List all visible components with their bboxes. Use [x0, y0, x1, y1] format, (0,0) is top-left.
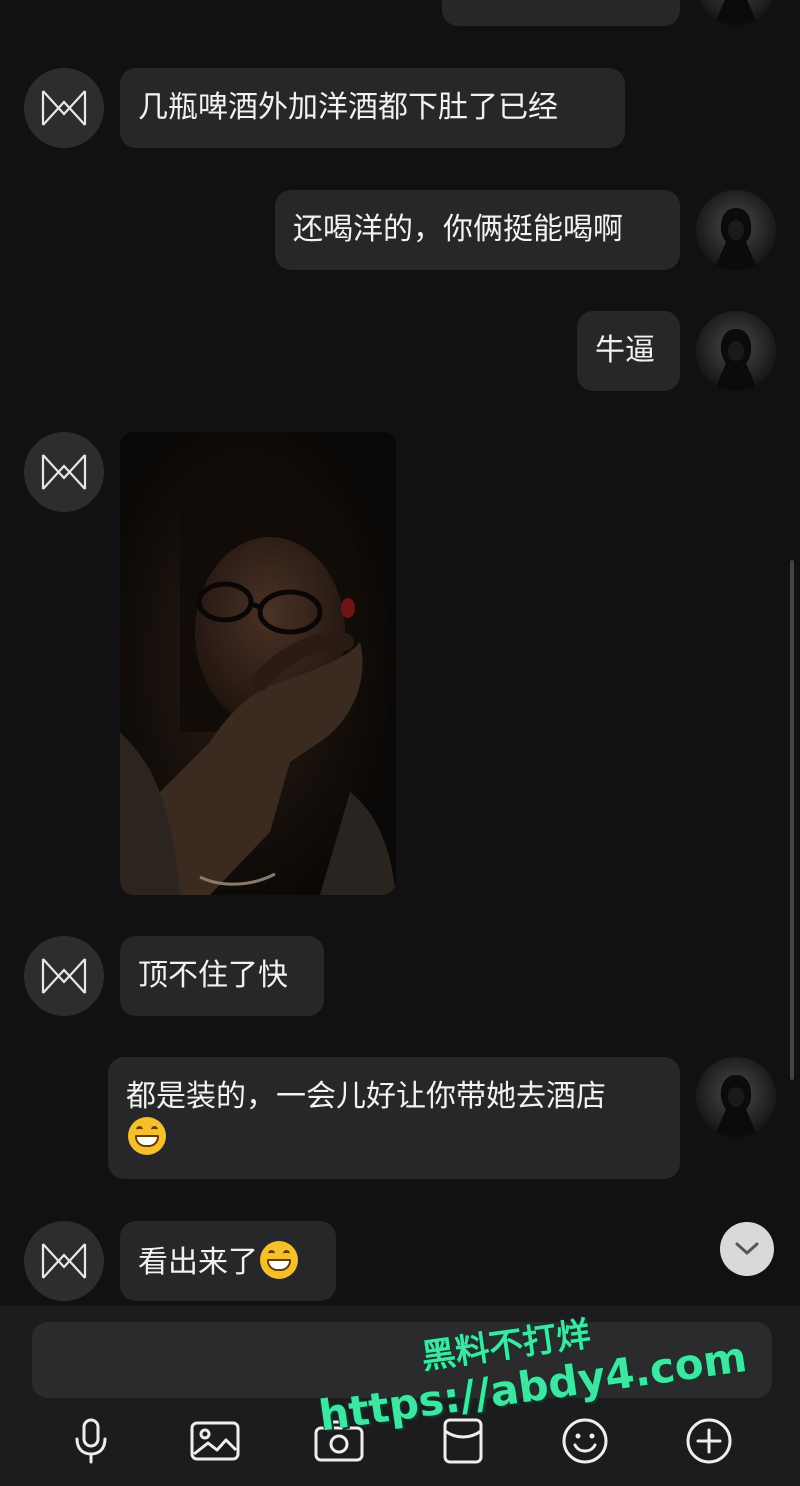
message-bubble[interactable]: 还喝洋的，你俩挺能喝啊 [275, 190, 680, 270]
red-packet-icon [443, 1418, 483, 1464]
message-text: 顶不住了快 [138, 959, 288, 992]
smiley-icon [562, 1418, 608, 1464]
image-icon [190, 1421, 240, 1461]
user-avatar[interactable] [696, 0, 776, 25]
microphone-icon [75, 1418, 107, 1464]
more-button[interactable] [684, 1416, 734, 1466]
message-text: 都是装的，一会儿好让你带她去酒店 [126, 1080, 606, 1113]
message-text: 几瓶啤酒外加洋酒都下肚了已经 [138, 91, 558, 124]
message-bubble[interactable]: 几瓶啤酒外加洋酒都下肚了已经 [120, 68, 625, 148]
message-bubble[interactable]: 看出来了 [120, 1221, 336, 1301]
emoji-button[interactable] [560, 1416, 610, 1466]
m-logo-icon [41, 90, 87, 126]
grinning-face-emoji [128, 1117, 166, 1155]
scroll-to-bottom-button[interactable] [720, 1222, 774, 1276]
voice-button[interactable] [66, 1416, 116, 1466]
photo-message[interactable] [120, 432, 396, 895]
message-bubble[interactable]: 牛逼 [577, 311, 680, 391]
contact-avatar[interactable] [24, 1221, 104, 1301]
message-text: 看出来了 [138, 1246, 258, 1279]
scrollbar[interactable] [790, 560, 794, 1080]
m-logo-icon [41, 958, 87, 994]
contact-avatar[interactable] [24, 68, 104, 148]
chat-screen: 几瓶啤酒外加洋酒都下肚了已经 还喝洋的，你俩挺能喝啊 牛逼 顶不住了快 都是装的… [0, 0, 800, 1486]
photo-image [120, 432, 396, 895]
grinning-face-emoji [260, 1241, 298, 1279]
chevron-down-icon [735, 1242, 759, 1255]
message-bubble[interactable]: 都是装的，一会儿好让你带她去酒店 [108, 1057, 680, 1179]
message-bubble-partial [442, 0, 680, 26]
message-bubble[interactable]: 顶不住了快 [120, 936, 324, 1016]
user-avatar[interactable] [696, 311, 776, 391]
hooded-figure-icon [714, 329, 758, 391]
hooded-figure-icon [714, 208, 758, 270]
red-packet-button[interactable] [438, 1416, 488, 1466]
user-avatar[interactable] [696, 190, 776, 270]
user-avatar[interactable] [696, 1057, 776, 1137]
plus-circle-icon [686, 1418, 732, 1464]
m-logo-icon [41, 1243, 87, 1279]
m-logo-icon [41, 454, 87, 490]
hooded-figure-icon [714, 1075, 758, 1137]
message-list[interactable]: 几瓶啤酒外加洋酒都下肚了已经 还喝洋的，你俩挺能喝啊 牛逼 顶不住了快 都是装的… [0, 0, 800, 1306]
message-text: 还喝洋的，你俩挺能喝啊 [293, 213, 623, 246]
contact-avatar[interactable] [24, 936, 104, 1016]
photo-album-button[interactable] [190, 1416, 240, 1466]
message-text: 牛逼 [595, 334, 655, 367]
contact-avatar[interactable] [24, 432, 104, 512]
hooded-figure-icon [714, 0, 758, 25]
